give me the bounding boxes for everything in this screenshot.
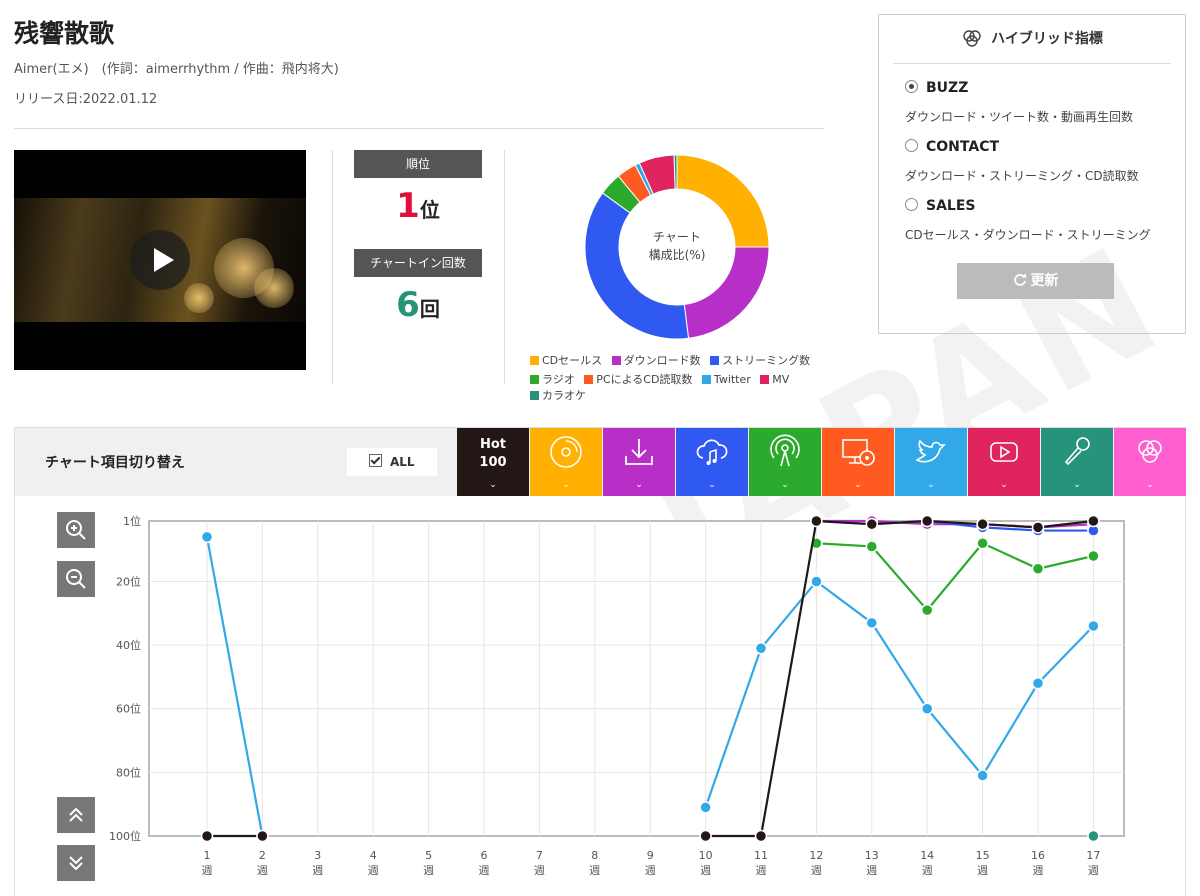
x-tick-label: 15 bbox=[976, 849, 990, 862]
data-point[interactable] bbox=[920, 514, 934, 528]
x-tick-unit: 週 bbox=[1088, 864, 1099, 877]
data-point[interactable] bbox=[976, 517, 989, 531]
x-tick-unit: 週 bbox=[257, 864, 268, 877]
x-tick-unit: 週 bbox=[922, 864, 933, 877]
y-tick-label: 1位 bbox=[123, 514, 141, 528]
data-point[interactable] bbox=[200, 829, 214, 843]
x-tick-unit: 週 bbox=[589, 864, 600, 877]
data-point[interactable] bbox=[1031, 562, 1045, 575]
data-point[interactable] bbox=[810, 575, 823, 588]
data-point[interactable] bbox=[1031, 677, 1045, 690]
data-point[interactable] bbox=[810, 514, 823, 528]
data-point[interactable] bbox=[976, 537, 989, 550]
data-point[interactable] bbox=[1087, 619, 1100, 633]
x-tick-label: 16 bbox=[1031, 849, 1045, 862]
x-tick-label: 9 bbox=[647, 849, 654, 862]
y-tick-label: 80位 bbox=[116, 765, 141, 779]
data-point[interactable] bbox=[1087, 514, 1100, 528]
x-tick-label: 10 bbox=[699, 849, 713, 862]
data-point[interactable] bbox=[256, 829, 269, 843]
x-tick-unit: 週 bbox=[479, 864, 490, 877]
x-tick-label: 3 bbox=[314, 849, 321, 862]
x-tick-unit: 週 bbox=[645, 864, 656, 877]
x-tick-unit: 週 bbox=[700, 864, 711, 877]
x-tick-label: 7 bbox=[536, 849, 543, 862]
data-point[interactable] bbox=[865, 517, 879, 531]
data-point[interactable] bbox=[976, 769, 989, 782]
y-tick-label: 20位 bbox=[116, 574, 141, 588]
data-point[interactable] bbox=[1087, 549, 1100, 563]
x-tick-label: 14 bbox=[920, 849, 934, 862]
data-point[interactable] bbox=[1087, 829, 1100, 843]
x-tick-label: 2 bbox=[259, 849, 266, 862]
data-point[interactable] bbox=[699, 829, 712, 843]
y-tick-label: 100位 bbox=[109, 829, 141, 843]
plot-area bbox=[148, 520, 1125, 837]
x-tick-label: 4 bbox=[370, 849, 377, 862]
x-tick-unit: 週 bbox=[534, 864, 545, 877]
x-tick-unit: 週 bbox=[423, 864, 434, 877]
y-tick-label: 60位 bbox=[116, 702, 141, 716]
x-tick-label: 6 bbox=[481, 849, 488, 862]
x-tick-unit: 週 bbox=[866, 864, 877, 877]
x-tick-label: 5 bbox=[425, 849, 432, 862]
x-tick-unit: 週 bbox=[756, 864, 767, 877]
x-tick-label: 12 bbox=[809, 849, 823, 862]
y-tick-label: 40位 bbox=[116, 638, 141, 652]
data-point[interactable] bbox=[920, 603, 934, 617]
data-point[interactable] bbox=[200, 530, 214, 544]
data-point[interactable] bbox=[920, 702, 934, 715]
x-tick-unit: 週 bbox=[312, 864, 323, 877]
x-tick-unit: 週 bbox=[1033, 864, 1044, 877]
x-tick-label: 11 bbox=[754, 849, 768, 862]
x-tick-label: 17 bbox=[1086, 849, 1100, 862]
data-point[interactable] bbox=[1031, 521, 1045, 534]
data-point[interactable] bbox=[754, 642, 768, 655]
x-tick-unit: 週 bbox=[202, 864, 213, 877]
x-tick-label: 8 bbox=[591, 849, 598, 862]
data-point[interactable] bbox=[754, 829, 768, 843]
x-tick-label: 13 bbox=[865, 849, 879, 862]
rank-history-chart: 1 週 2 週 3 週 4 週 5 週 6 週 7 週 8 週 9 週 10 週 11 週 12 週 13 週 14 週 15 週 16 週 1… bbox=[109, 514, 1125, 877]
data-point[interactable] bbox=[865, 540, 879, 553]
data-point[interactable] bbox=[699, 801, 712, 814]
x-tick-unit: 週 bbox=[811, 864, 822, 877]
data-point[interactable] bbox=[865, 616, 879, 630]
x-tick-label: 1 bbox=[204, 849, 211, 862]
x-tick-unit: 週 bbox=[977, 864, 988, 877]
x-tick-unit: 週 bbox=[368, 864, 379, 877]
